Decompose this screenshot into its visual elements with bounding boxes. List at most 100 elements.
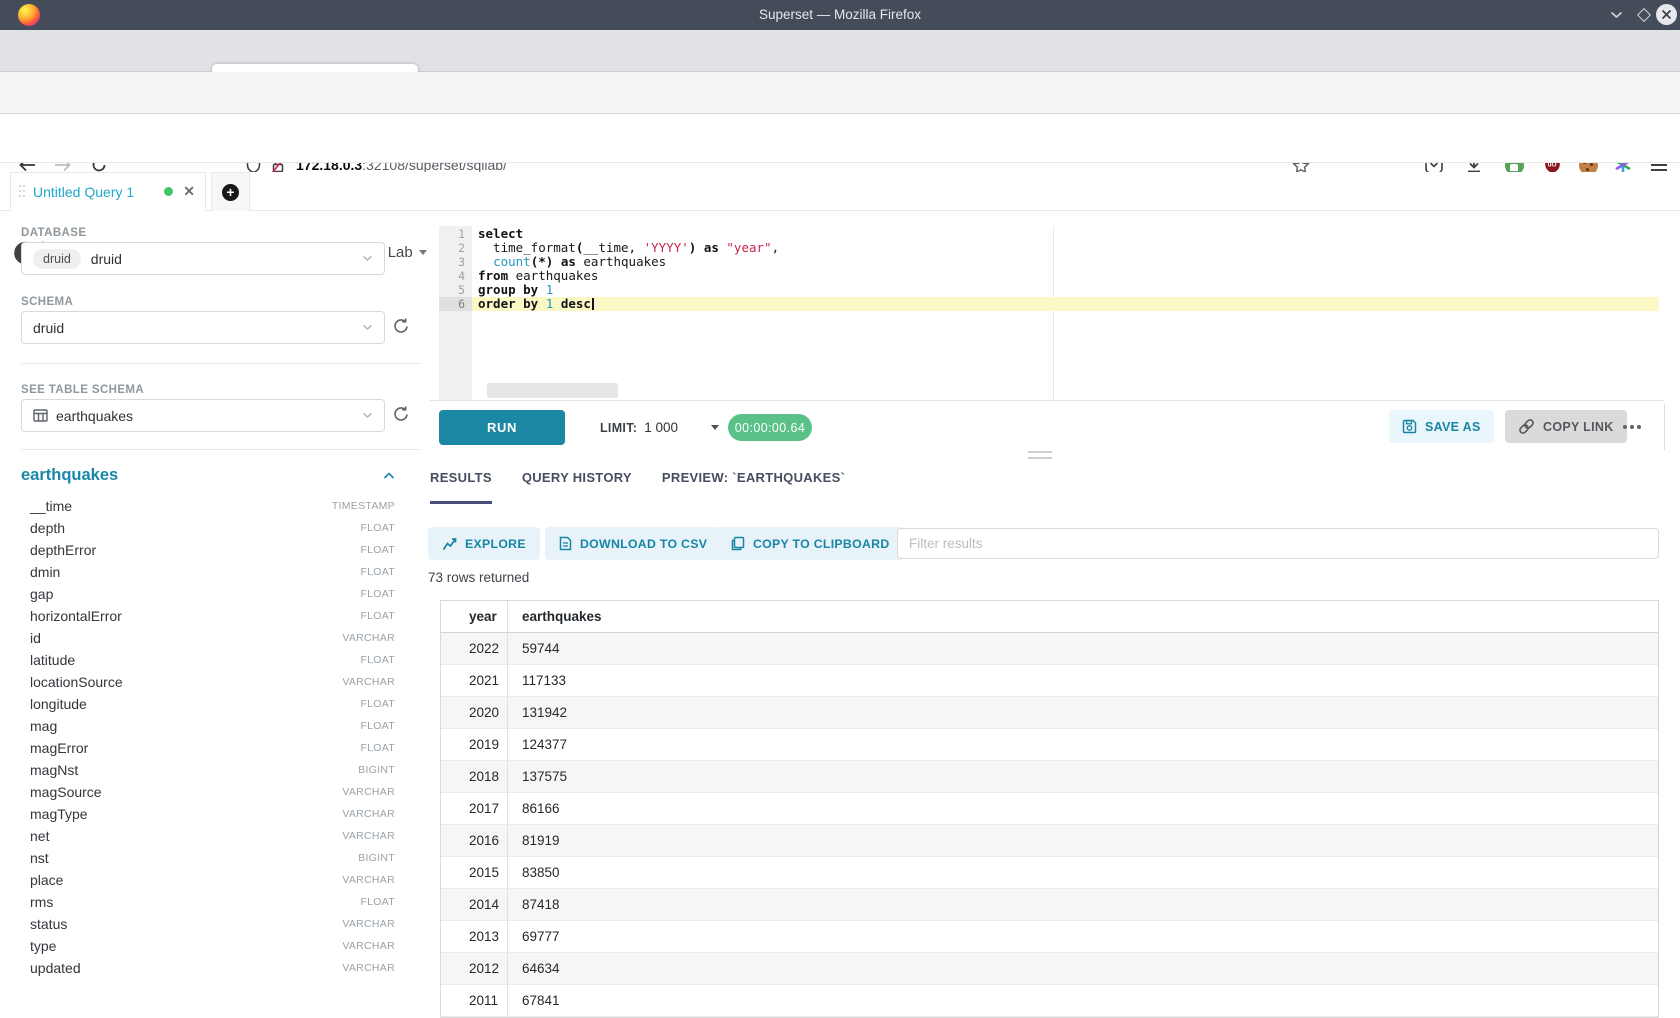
column-type: VARCHAR bbox=[342, 874, 395, 886]
earthquakes-cell: 131942 bbox=[507, 697, 1658, 728]
results-tab-query-history[interactable]: QUERY HISTORY bbox=[522, 470, 632, 504]
code-line: order by 1 desc bbox=[472, 297, 1659, 311]
column-type: FLOAT bbox=[360, 654, 395, 666]
results-tabs: RESULTS QUERY HISTORY PREVIEW: `EARTHQUAKE… bbox=[430, 470, 845, 504]
table-row: 201167841 bbox=[441, 985, 1658, 1017]
collapse-chevron-icon[interactable] bbox=[383, 472, 395, 480]
column-type: FLOAT bbox=[360, 896, 395, 908]
limit-value: 1 000 bbox=[644, 420, 678, 435]
results-body: 2022597442021117133202013194220191243772… bbox=[441, 633, 1658, 1017]
table-schema-section-header: earthquakes bbox=[21, 466, 395, 485]
column-type: VARCHAR bbox=[342, 632, 395, 644]
table-grid-icon bbox=[33, 409, 48, 422]
chart-icon bbox=[442, 537, 457, 551]
results-column-header[interactable]: earthquakes bbox=[507, 601, 1658, 632]
column-name: dmin bbox=[21, 564, 360, 580]
refresh-schema-icon[interactable] bbox=[392, 317, 412, 337]
earthquakes-cell: 59744 bbox=[507, 633, 1658, 664]
refresh-table-icon[interactable] bbox=[392, 405, 412, 425]
earthquakes-cell: 117133 bbox=[507, 665, 1658, 696]
window-maximize-icon[interactable] bbox=[1634, 5, 1654, 25]
column-row: idVARCHAR bbox=[21, 627, 395, 649]
column-type: FLOAT bbox=[360, 610, 395, 622]
sql-editor[interactable]: 123456 select time_format(__time, 'YYYY'… bbox=[439, 226, 1659, 400]
table-row: 2021117133 bbox=[441, 665, 1658, 697]
divider bbox=[430, 400, 1664, 401]
schema-label: SCHEMA bbox=[21, 296, 73, 308]
file-icon bbox=[559, 536, 572, 551]
column-name: __time bbox=[21, 498, 332, 514]
column-name: place bbox=[21, 872, 342, 888]
limit-dropdown[interactable]: LIMIT: 1 000 bbox=[600, 410, 719, 445]
more-options-icon[interactable] bbox=[1617, 418, 1647, 436]
results-column-header[interactable]: year bbox=[441, 601, 507, 632]
column-name: longitude bbox=[21, 696, 360, 712]
column-name: magType bbox=[21, 806, 342, 822]
link-icon bbox=[1518, 418, 1535, 435]
results-tab-results[interactable]: RESULTS bbox=[430, 470, 492, 504]
save-icon bbox=[1402, 419, 1417, 434]
schema-select[interactable]: druid bbox=[21, 311, 385, 344]
window-close-icon[interactable] bbox=[1656, 4, 1677, 25]
query-tab-strip bbox=[0, 172, 1680, 211]
window-minimize-icon[interactable] bbox=[1606, 5, 1626, 25]
column-name: depthError bbox=[21, 542, 360, 558]
table-row: 2018137575 bbox=[441, 761, 1658, 793]
table-row: 201583850 bbox=[441, 857, 1658, 889]
column-name: depth bbox=[21, 520, 360, 536]
browser-tabbar: Apache Druid ✕ Superset ✕ + bbox=[0, 30, 1680, 72]
code-line: time_format(__time, 'YYYY') as "year", bbox=[472, 241, 1659, 255]
column-row: __timeTIMESTAMP bbox=[21, 495, 395, 517]
divider bbox=[21, 363, 420, 364]
copy-to-clipboard-button[interactable]: COPY TO CLIPBOARD bbox=[717, 527, 904, 560]
code-line: from earthquakes bbox=[472, 269, 1659, 283]
table-row: 201487418 bbox=[441, 889, 1658, 921]
table-name-heading: earthquakes bbox=[21, 466, 383, 485]
column-row: locationSourceVARCHAR bbox=[21, 671, 395, 693]
download-csv-button[interactable]: DOWNLOAD TO CSV bbox=[545, 527, 721, 560]
column-name: magSource bbox=[21, 784, 342, 800]
run-button[interactable]: RUN bbox=[439, 410, 565, 445]
column-row: placeVARCHAR bbox=[21, 869, 395, 891]
pane-splitter-handle[interactable] bbox=[1028, 451, 1052, 459]
chevron-down-icon bbox=[362, 324, 373, 331]
column-row: gapFLOAT bbox=[21, 583, 395, 605]
query-tab-close-icon[interactable]: ✕ bbox=[183, 183, 195, 200]
column-name: latitude bbox=[21, 652, 360, 668]
database-select[interactable]: druid druid bbox=[21, 242, 385, 275]
year-cell: 2021 bbox=[441, 665, 507, 696]
year-cell: 2018 bbox=[441, 761, 507, 792]
window-title: Superset — Mozilla Firefox bbox=[0, 0, 1680, 30]
column-row: magTypeVARCHAR bbox=[21, 803, 395, 825]
add-query-tab-button[interactable]: + bbox=[211, 172, 250, 211]
column-type: BIGINT bbox=[358, 852, 395, 864]
column-type: VARCHAR bbox=[342, 830, 395, 842]
explore-button[interactable]: EXPLORE bbox=[428, 527, 540, 560]
editor-hscrollbar[interactable] bbox=[487, 383, 618, 398]
results-tab-preview[interactable]: PREVIEW: `EARTHQUAKES` bbox=[662, 470, 845, 504]
results-table: yearearthquakes 202259744202111713320201… bbox=[440, 600, 1659, 1018]
table-row: 201786166 bbox=[441, 793, 1658, 825]
column-row: dminFLOAT bbox=[21, 561, 395, 583]
table-select[interactable]: earthquakes bbox=[21, 399, 385, 432]
earthquakes-cell: 137575 bbox=[507, 761, 1658, 792]
drag-handle-icon[interactable] bbox=[19, 185, 25, 199]
save-as-button[interactable]: SAVE AS bbox=[1389, 410, 1494, 443]
filter-results-input[interactable] bbox=[897, 528, 1659, 559]
editor-code[interactable]: select time_format(__time, 'YYYY') as "y… bbox=[472, 226, 1659, 311]
year-cell: 2016 bbox=[441, 825, 507, 856]
column-row: horizontalErrorFLOAT bbox=[21, 605, 395, 627]
column-row: magErrorFLOAT bbox=[21, 737, 395, 759]
year-cell: 2020 bbox=[441, 697, 507, 728]
column-row: depthErrorFLOAT bbox=[21, 539, 395, 561]
see-table-schema-label: SEE TABLE SCHEMA bbox=[21, 384, 144, 396]
column-type: VARCHAR bbox=[342, 962, 395, 974]
query-tab[interactable]: Untitled Query 1 ✕ bbox=[10, 172, 206, 211]
copy-link-button[interactable]: COPY LINK bbox=[1505, 410, 1627, 443]
column-type: FLOAT bbox=[360, 742, 395, 754]
code-line: group by 1 bbox=[472, 283, 1659, 297]
chevron-down-icon bbox=[711, 425, 719, 430]
circle-plus-icon: + bbox=[222, 184, 239, 201]
column-name: type bbox=[21, 938, 342, 954]
year-cell: 2022 bbox=[441, 633, 507, 664]
